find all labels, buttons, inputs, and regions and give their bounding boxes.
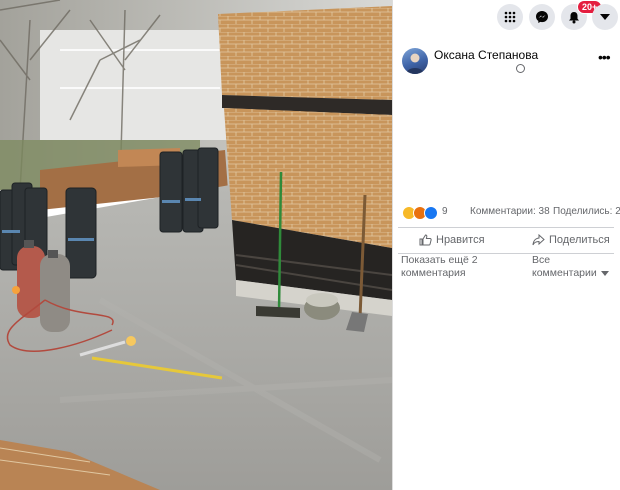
chevron-down-icon xyxy=(600,270,609,276)
like-button[interactable]: Нравится xyxy=(419,234,485,246)
avatar[interactable] xyxy=(402,48,428,74)
post-photo[interactable] xyxy=(0,0,392,490)
thumbs-up-icon xyxy=(419,234,432,246)
caret-down-icon[interactable] xyxy=(592,4,618,30)
more-options-icon[interactable]: ••• xyxy=(598,50,611,64)
share-label: Поделиться xyxy=(549,234,610,246)
like-label: Нравится xyxy=(436,234,485,246)
author-name[interactable]: Оксана Степанова xyxy=(434,48,538,62)
shares-count[interactable]: Поделились: 2 xyxy=(553,206,620,217)
globe-icon xyxy=(516,64,525,73)
share-button[interactable]: Поделиться xyxy=(532,234,610,246)
reaction-count[interactable]: 9 xyxy=(442,206,448,217)
show-more-comments[interactable]: Показать ещё 2 комментария xyxy=(401,254,511,280)
reaction-icons[interactable] xyxy=(402,206,438,220)
comment-filter-dropdown[interactable]: Все комментарии xyxy=(532,254,616,280)
comments-count[interactable]: Комментарии: 38 xyxy=(470,206,550,217)
messenger-icon[interactable] xyxy=(529,4,555,30)
like-reaction-icon xyxy=(424,206,438,220)
grid-menu-icon[interactable] xyxy=(497,4,523,30)
share-icon xyxy=(532,234,545,246)
divider xyxy=(398,227,614,228)
comment-filter-label: Все комментарии xyxy=(532,254,597,279)
